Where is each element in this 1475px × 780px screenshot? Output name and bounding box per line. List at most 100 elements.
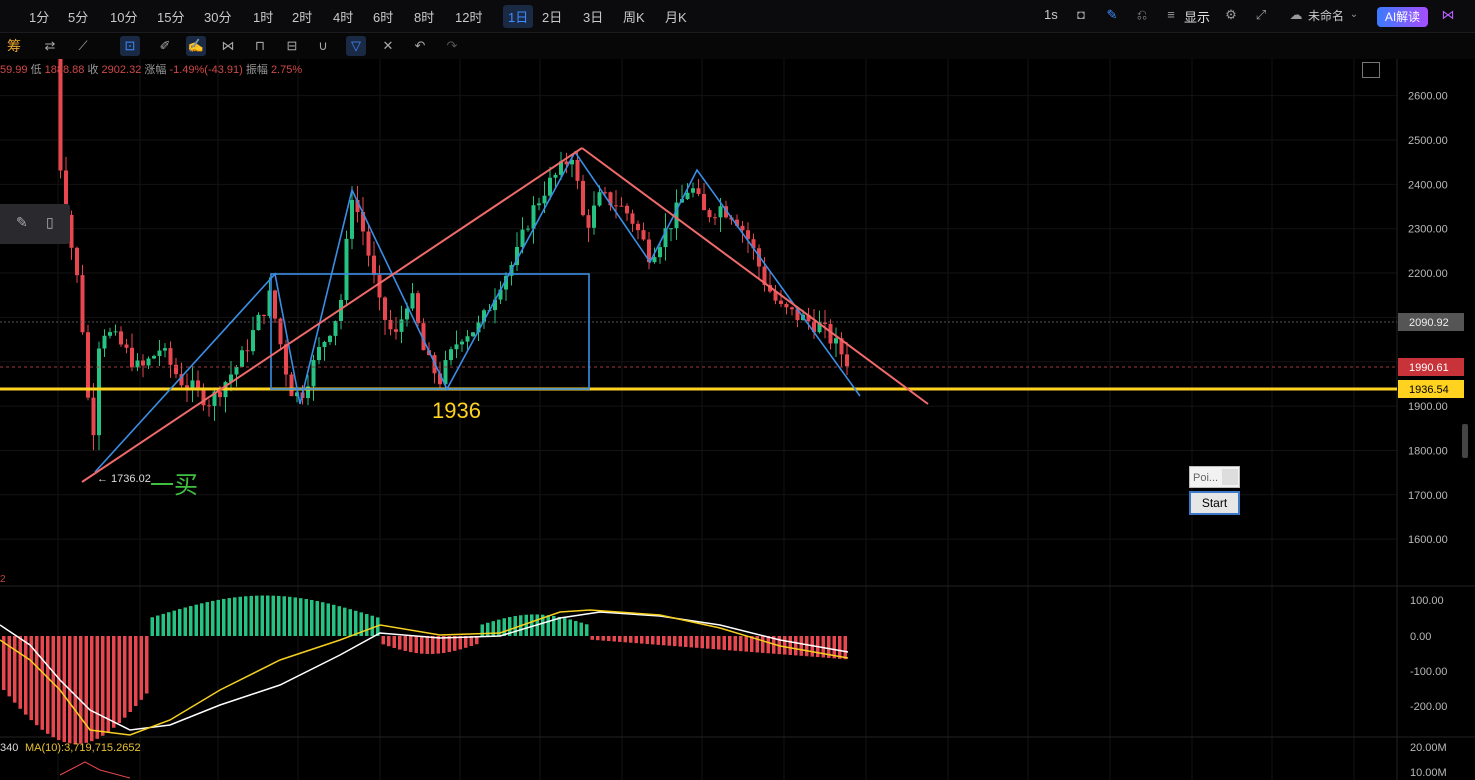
ruler-icon[interactable]: ✐ (155, 36, 175, 56)
macd-histogram-bar (271, 595, 275, 636)
chevron-down-icon[interactable]: ⌄ (1346, 7, 1362, 23)
timeframe-tab[interactable]: 6时 (373, 7, 393, 26)
maximize-pane-icon[interactable] (1362, 62, 1380, 78)
chips-label[interactable]: 筹 (3, 36, 25, 56)
timeframe-tab[interactable]: 12时 (455, 7, 482, 26)
candle-body (636, 223, 640, 231)
timeframe-tab[interactable]: 月K (665, 7, 687, 26)
candle-body (383, 297, 387, 320)
ai-interpret-button[interactable]: AI解读 (1377, 7, 1428, 27)
candle-body (784, 304, 789, 308)
floating-draw-panel[interactable]: ✎ ▯ (0, 204, 70, 244)
volume-axis-label: 10.00M (1410, 767, 1447, 779)
timeframe-tab[interactable]: 5分 (68, 7, 88, 26)
pencil-icon[interactable]: ✎ (1104, 7, 1120, 23)
candle-body (75, 247, 79, 276)
macd-histogram-bar (744, 636, 748, 652)
last-price-tag: 2090.92 (1409, 317, 1449, 329)
timeframe-tab[interactable]: 2时 (292, 7, 312, 26)
candle-body (465, 336, 470, 342)
macd-histogram-bar (431, 636, 435, 654)
fullscreen-icon[interactable]: ⤢ (1253, 7, 1269, 23)
magic-icon[interactable]: ⟋ (73, 36, 93, 56)
candle-body (454, 344, 459, 350)
macd-histogram-bar (651, 636, 655, 645)
timeframe-tab[interactable]: 15分 (157, 7, 184, 26)
dif-line (0, 611, 849, 731)
ohlc-close: 2902.32 (101, 64, 142, 76)
candle-body (311, 360, 316, 387)
price-axis-label: 1900.00 (1408, 401, 1448, 413)
cloud-icon[interactable]: ☁ (1288, 7, 1304, 23)
macd-histogram-bar (282, 596, 286, 636)
sync-icon[interactable]: ⇄ (40, 36, 60, 56)
candle-body (399, 319, 404, 332)
timeframe-tab[interactable]: 2日 (542, 7, 562, 26)
chart-grid (0, 58, 1475, 780)
macd-histogram-bar (662, 636, 666, 646)
trash-icon[interactable]: ✕ (378, 36, 398, 56)
pattern-icon[interactable]: ⋈ (218, 36, 238, 56)
timeframe-tab[interactable]: 30分 (204, 7, 231, 26)
macd-histogram-bar (563, 618, 567, 636)
macd-histogram-bar (79, 636, 83, 744)
interval-label[interactable]: 1s (1044, 7, 1058, 22)
brush-icon[interactable]: ✍ (186, 36, 206, 56)
candle-body (779, 300, 783, 305)
candle-body (240, 350, 244, 367)
undo-icon[interactable]: ↶ (410, 36, 430, 56)
candle-body (174, 364, 178, 375)
macd-histogram-bar (398, 636, 402, 650)
candle-body (526, 228, 530, 230)
macd-histogram-bar (689, 636, 693, 648)
candle-body (207, 405, 211, 407)
timeframe-tab[interactable]: 4时 (333, 7, 353, 26)
candle-body (460, 341, 464, 345)
candle-body (190, 380, 195, 389)
template-icon[interactable]: ⊟ (282, 36, 302, 56)
candle-body (141, 360, 145, 366)
camera-icon[interactable]: ◘ (1073, 7, 1089, 23)
display-button[interactable]: 显示 (1184, 7, 1210, 26)
macd-histogram-bar (645, 636, 649, 645)
settings-icon[interactable]: ⚙ (1223, 7, 1239, 23)
pane-toggle-icon[interactable]: ▯ (46, 214, 54, 231)
macd-histogram-bar (706, 636, 710, 649)
select-tool-icon[interactable]: ⊡ (120, 36, 140, 56)
filter-icon[interactable]: ▽ (346, 36, 366, 56)
timeframe-tab[interactable]: 10分 (110, 7, 137, 26)
redo-icon[interactable]: ↷ (442, 36, 462, 56)
candle-body (322, 341, 327, 348)
candle-body (251, 330, 255, 352)
macd-histogram-bar (838, 636, 842, 659)
list-icon[interactable]: ≡ (1163, 7, 1179, 23)
low-marker: ← 1736.02 (97, 473, 151, 485)
candle-body (416, 293, 420, 324)
timeframe-tab[interactable]: 8时 (414, 7, 434, 26)
timeframe-tab[interactable]: 1日 (503, 5, 534, 28)
timeframe-tab[interactable]: 1分 (29, 7, 49, 26)
undo-panel-icon[interactable]: ⎌ (1134, 7, 1150, 23)
timeframe-tab[interactable]: 3日 (583, 7, 603, 26)
share-icon[interactable]: ⋈ (1440, 7, 1456, 23)
start-button[interactable]: Start (1189, 491, 1240, 515)
macd-histogram-bar (90, 636, 94, 742)
timeframe-tab[interactable]: 1时 (253, 7, 273, 26)
brush-icon[interactable]: ✎ (16, 214, 28, 231)
layout-name[interactable]: 未命名 (1308, 7, 1344, 24)
candle-body (344, 238, 349, 300)
drawing-toolbar: 筹 ⇄ ⟋ ⊡ ✐ ✍ ⋈ ⊓ ⊟ ∪ ▽ ✕ ↶ ↷ (0, 33, 1475, 59)
price-chart[interactable]: 1936 ← 1736.02 一买 2 340 MA(10):3,719,715.265… (0, 0, 1475, 780)
timeframe-tab[interactable]: 周K (623, 7, 645, 26)
candle-body (328, 335, 332, 342)
magnet-icon[interactable]: ∪ (313, 36, 333, 56)
lock-icon[interactable]: ⊓ (250, 36, 270, 56)
macd-histogram-bar (200, 603, 204, 636)
poi-input[interactable]: Poi... (1189, 466, 1240, 488)
ohlc-low-label: 低 (30, 64, 42, 76)
candle-body (520, 229, 525, 247)
volume-line (59, 761, 131, 779)
macd-histogram-bar (585, 624, 589, 636)
candle-body (405, 308, 409, 320)
poi-dropdown-box[interactable] (1222, 469, 1238, 485)
